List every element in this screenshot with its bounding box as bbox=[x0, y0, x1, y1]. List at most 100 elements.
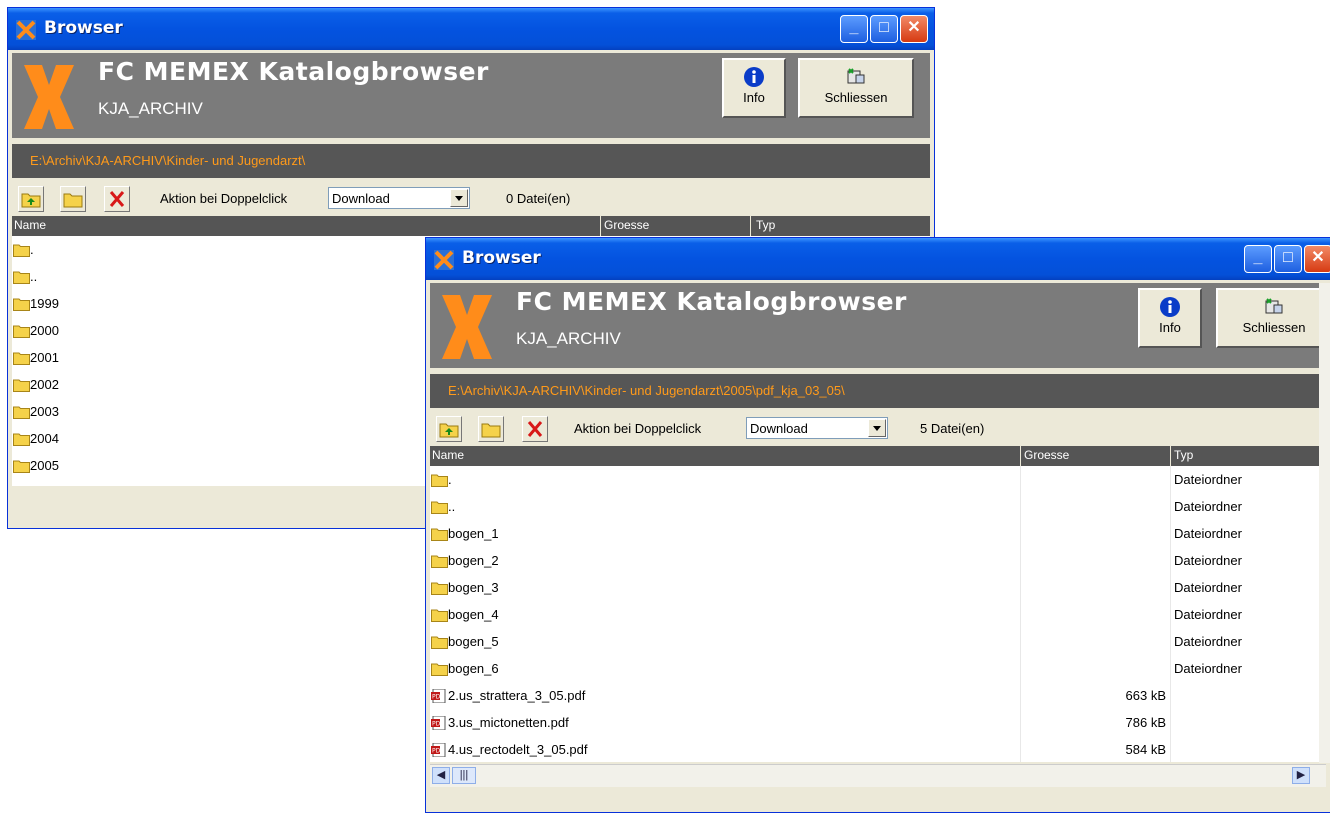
maximize-button[interactable]: □ bbox=[870, 15, 898, 43]
scroll-left-button[interactable]: ◀ bbox=[432, 767, 450, 784]
folder-up-button[interactable] bbox=[436, 416, 462, 442]
close-window-button[interactable]: ✕ bbox=[900, 15, 928, 43]
column-header-name[interactable]: Name bbox=[14, 218, 46, 232]
folder-up-button[interactable] bbox=[18, 186, 44, 212]
title-bar[interactable]: Browser _ □ ✕ bbox=[8, 8, 934, 50]
memex-logo-icon bbox=[442, 295, 492, 359]
folder-icon bbox=[431, 555, 448, 568]
archive-name: KJA_ARCHIV bbox=[98, 99, 203, 118]
close-app-button[interactable]: Schliessen bbox=[798, 58, 914, 118]
column-header-type[interactable]: Typ bbox=[1174, 448, 1193, 462]
archive-name: KJA_ARCHIV bbox=[516, 329, 621, 348]
svg-text:PDF: PDF bbox=[432, 694, 444, 701]
info-button[interactable]: Info bbox=[1138, 288, 1202, 348]
list-item[interactable]: bogen_2 Dateiordner bbox=[430, 549, 1320, 576]
folder-icon bbox=[13, 271, 30, 284]
vertical-scrollbar[interactable] bbox=[1319, 283, 1330, 763]
column-header-type[interactable]: Typ bbox=[756, 218, 775, 232]
delete-button[interactable] bbox=[104, 186, 130, 212]
info-button[interactable]: Info bbox=[722, 58, 786, 118]
info-icon bbox=[744, 67, 764, 87]
scroll-right-button[interactable]: ▶ bbox=[1292, 767, 1310, 784]
folder-icon bbox=[13, 460, 30, 473]
path-bar: E:\Archiv\KJA-ARCHIV\Kinder- und Jugenda… bbox=[430, 374, 1326, 408]
folder-up-icon bbox=[21, 193, 41, 208]
item-name: 2003 bbox=[30, 404, 59, 419]
double-click-action-label: Aktion bei Doppelclick bbox=[160, 191, 288, 206]
list-item[interactable]: bogen_6 Dateiordner bbox=[430, 657, 1320, 684]
column-header-size[interactable]: Groesse bbox=[604, 218, 649, 232]
list-item[interactable]: .. Dateiordner bbox=[430, 495, 1320, 522]
list-header: Name Groesse Typ bbox=[12, 216, 930, 236]
double-click-action-select[interactable]: Download bbox=[746, 417, 888, 439]
open-folder-button[interactable] bbox=[478, 416, 504, 442]
list-item[interactable]: PDF 3.us_mictonetten.pdf 786 kB bbox=[430, 711, 1320, 738]
scroll-thumb[interactable]: ||| bbox=[452, 767, 476, 784]
list-item[interactable]: bogen_1 Dateiordner bbox=[430, 522, 1320, 549]
item-type: Dateiordner bbox=[1174, 634, 1242, 649]
item-name: 4.us_rectodelt_3_05.pdf bbox=[448, 742, 588, 757]
item-name: bogen_3 bbox=[448, 580, 499, 595]
column-header-name[interactable]: Name bbox=[432, 448, 464, 462]
browser-window-front: Browser _ □ ✕ FC MEMEX Katalogbrowser KJ… bbox=[425, 237, 1330, 813]
folder-icon bbox=[13, 352, 30, 365]
folder-icon bbox=[13, 325, 30, 338]
app-name: FC MEMEX Katalogbrowser bbox=[98, 57, 489, 86]
folder-icon bbox=[431, 582, 448, 595]
list-item[interactable]: . Dateiordner bbox=[430, 468, 1320, 495]
svg-text:PDF: PDF bbox=[432, 721, 444, 728]
item-name: bogen_2 bbox=[448, 553, 499, 568]
app-icon bbox=[434, 250, 454, 270]
item-type: Dateiordner bbox=[1174, 472, 1242, 487]
close-app-label: Schliessen bbox=[824, 90, 888, 105]
minimize-button[interactable]: _ bbox=[840, 15, 868, 43]
item-name: 2001 bbox=[30, 350, 59, 365]
horizontal-scrollbar[interactable]: ◀ ||| ▶ bbox=[430, 764, 1326, 787]
list-item[interactable]: bogen_4 Dateiordner bbox=[430, 603, 1320, 630]
item-name: bogen_4 bbox=[448, 607, 499, 622]
maximize-button[interactable]: □ bbox=[1274, 245, 1302, 273]
close-app-button[interactable]: Schliessen bbox=[1216, 288, 1330, 348]
double-click-action-label: Aktion bei Doppelclick bbox=[574, 421, 702, 436]
list-item[interactable]: PDF 4.us_rectodelt_3_05.pdf 584 kB bbox=[430, 738, 1320, 762]
folder-up-icon bbox=[439, 423, 459, 438]
exit-icon bbox=[847, 68, 865, 84]
selected-action: Download bbox=[332, 191, 390, 206]
close-window-button[interactable]: ✕ bbox=[1304, 245, 1330, 273]
list-item[interactable]: bogen_5 Dateiordner bbox=[430, 630, 1320, 657]
title-bar[interactable]: Browser _ □ ✕ bbox=[426, 238, 1330, 280]
memex-logo-icon bbox=[24, 65, 74, 129]
app-banner: FC MEMEX Katalogbrowser KJA_ARCHIV Info … bbox=[430, 283, 1330, 368]
folder-icon bbox=[431, 528, 448, 541]
delete-button[interactable] bbox=[522, 416, 548, 442]
app-name: FC MEMEX Katalogbrowser bbox=[516, 287, 907, 316]
folder-icon bbox=[431, 609, 448, 622]
svg-text:PDF: PDF bbox=[432, 748, 444, 755]
path-bar: E:\Archiv\KJA-ARCHIV\Kinder- und Jugenda… bbox=[12, 144, 930, 178]
minimize-button[interactable]: _ bbox=[1244, 245, 1272, 273]
item-name: bogen_5 bbox=[448, 634, 499, 649]
item-type: Dateiordner bbox=[1174, 499, 1242, 514]
column-header-size[interactable]: Groesse bbox=[1024, 448, 1069, 462]
info-icon bbox=[1160, 297, 1180, 317]
item-name: 2005 bbox=[30, 458, 59, 473]
folder-icon bbox=[13, 433, 30, 446]
chevron-down-icon[interactable] bbox=[868, 419, 886, 437]
chevron-down-icon[interactable] bbox=[450, 189, 468, 207]
item-name: .. bbox=[30, 269, 38, 284]
folder-icon bbox=[13, 244, 30, 257]
close-app-label: Schliessen bbox=[1242, 320, 1306, 335]
window-title: Browser bbox=[44, 18, 123, 38]
item-name: .. bbox=[448, 499, 456, 514]
double-click-action-select[interactable]: Download bbox=[328, 187, 470, 209]
open-folder-button[interactable] bbox=[60, 186, 86, 212]
file-count: 0 Datei(en) bbox=[506, 191, 571, 206]
item-type: Dateiordner bbox=[1174, 553, 1242, 568]
list-item[interactable]: PDF 2.us_strattera_3_05.pdf 663 kB bbox=[430, 684, 1320, 711]
item-name: . bbox=[30, 242, 34, 257]
item-type: Dateiordner bbox=[1174, 526, 1242, 541]
list-item[interactable]: bogen_3 Dateiordner bbox=[430, 576, 1320, 603]
file-count: 5 Datei(en) bbox=[920, 421, 985, 436]
toolbar: Aktion bei Doppelclick Download 0 Datei(… bbox=[12, 182, 930, 216]
item-type: Dateiordner bbox=[1174, 580, 1242, 595]
